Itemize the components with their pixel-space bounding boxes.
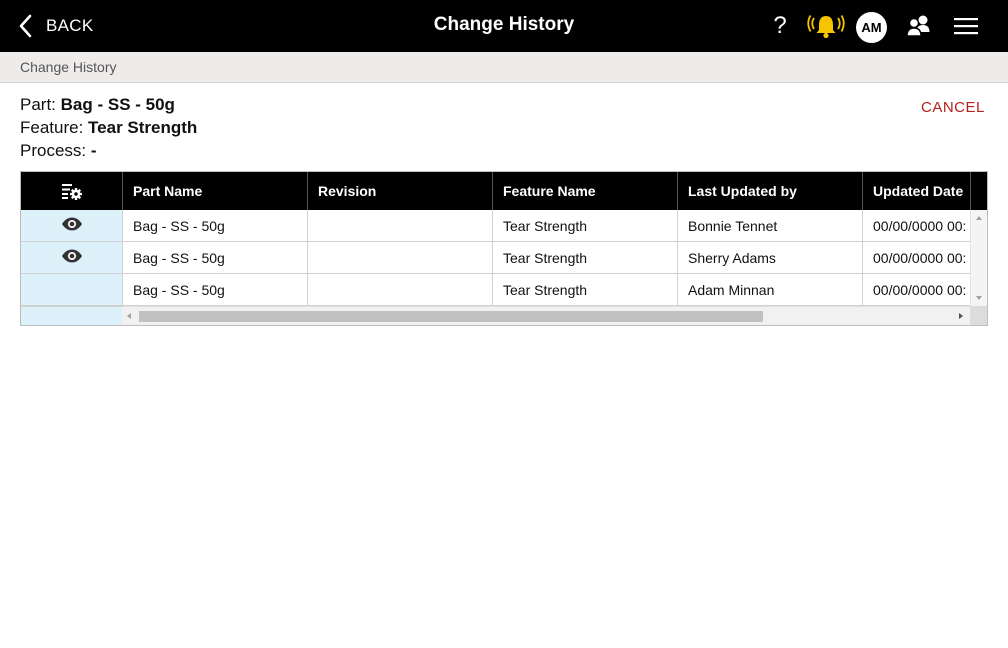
scroll-left-arrow-icon[interactable] <box>127 313 131 319</box>
column-header-updated-date[interactable]: Updated Date <box>862 172 970 210</box>
record-info: Part: Bag - SS - 50g Feature: Tear Stren… <box>20 93 197 162</box>
chevron-left-icon <box>18 14 32 38</box>
table-header: Part Name Revision Feature Name Last Upd… <box>21 172 987 210</box>
column-header-revision[interactable]: Revision <box>307 172 492 210</box>
feature-value: Tear Strength <box>88 118 198 137</box>
breadcrumb-bar: Change History <box>0 52 1008 83</box>
feature-line: Feature: Tear Strength <box>20 116 197 139</box>
hamburger-menu-icon[interactable] <box>952 10 980 42</box>
part-name-cell: Bag - SS - 50g <box>122 210 307 242</box>
scroll-up-arrow-icon[interactable] <box>976 216 982 220</box>
back-label: BACK <box>46 16 94 35</box>
view-cell <box>21 274 122 306</box>
feature-name-cell: Tear Strength <box>492 210 677 242</box>
scroll-down-arrow-icon[interactable] <box>976 296 982 300</box>
updated-date-cell: 00/00/0000 00: <box>862 274 970 306</box>
cancel-button[interactable]: CANCEL <box>921 99 985 116</box>
process-label: Process: <box>20 141 87 160</box>
last-updated-by-cell: Adam Minnan <box>677 274 862 306</box>
horizontal-scroll-thumb[interactable] <box>139 311 763 322</box>
revision-cell <box>307 274 492 306</box>
scrollbar-corner <box>970 306 987 325</box>
help-icon[interactable]: ? <box>768 10 792 42</box>
process-line: Process: - <box>20 139 197 162</box>
part-name-cell: Bag - SS - 50g <box>122 274 307 306</box>
change-history-table: Part Name Revision Feature Name Last Upd… <box>20 171 988 326</box>
pinned-column-filler <box>21 306 122 325</box>
column-header-part-name[interactable]: Part Name <box>122 172 307 210</box>
breadcrumb: Change History <box>20 59 117 75</box>
table-row[interactable]: Bag - SS - 50g Tear Strength Sherry Adam… <box>21 242 987 274</box>
avatar[interactable]: AM <box>856 12 887 43</box>
updated-date-cell: 00/00/0000 00: <box>862 210 970 242</box>
part-label: Part: <box>20 95 56 114</box>
table-row[interactable]: Bag - SS - 50g Tear Strength Bonnie Tenn… <box>21 210 987 242</box>
user-group-icon[interactable] <box>904 10 934 42</box>
last-updated-by-cell: Sherry Adams <box>677 242 862 274</box>
revision-cell <box>307 210 492 242</box>
view-cell <box>21 242 122 274</box>
app-header: BACK Change History ? AM <box>0 0 1008 52</box>
eye-icon[interactable] <box>61 242 83 273</box>
eye-icon[interactable] <box>61 210 83 241</box>
column-header-feature-name[interactable]: Feature Name <box>492 172 677 210</box>
feature-name-cell: Tear Strength <box>492 274 677 306</box>
alarm-bell-icon[interactable] <box>806 10 846 42</box>
view-cell <box>21 210 122 242</box>
updated-date-cell: 00/00/0000 00: <box>862 242 970 274</box>
process-value: - <box>90 141 97 160</box>
feature-label: Feature: <box>20 118 84 137</box>
feature-name-cell: Tear Strength <box>492 242 677 274</box>
scroll-right-arrow-icon[interactable] <box>959 313 963 319</box>
revision-cell <box>307 242 492 274</box>
horizontal-scrollbar[interactable] <box>122 306 970 325</box>
column-settings-icon[interactable] <box>21 172 122 210</box>
back-button[interactable]: BACK <box>18 10 94 42</box>
part-line: Part: Bag - SS - 50g <box>20 93 197 116</box>
part-value: Bag - SS - 50g <box>60 95 175 114</box>
vertical-scrollbar[interactable] <box>970 210 987 306</box>
column-header-spacer <box>970 172 987 210</box>
column-header-last-updated-by[interactable]: Last Updated by <box>677 172 862 210</box>
part-name-cell: Bag - SS - 50g <box>122 242 307 274</box>
table-row[interactable]: Bag - SS - 50g Tear Strength Adam Minnan… <box>21 274 987 306</box>
last-updated-by-cell: Bonnie Tennet <box>677 210 862 242</box>
